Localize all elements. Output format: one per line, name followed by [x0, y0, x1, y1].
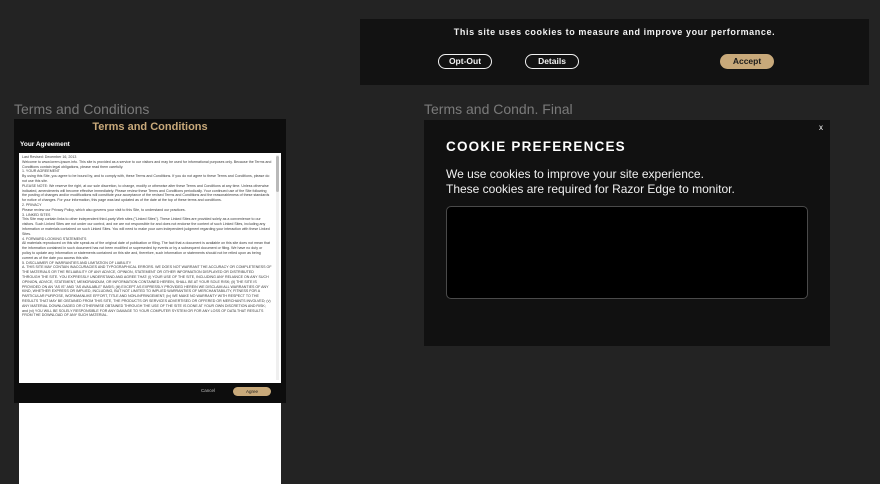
agree-button[interactable]: Agree — [233, 387, 271, 396]
terms-title: Terms and Conditions — [92, 121, 208, 133]
terms-paragraph: All materials reproduced on this site sp… — [22, 241, 271, 260]
section-title-terms-final: Terms and Condn. Final — [424, 101, 573, 117]
terms-paragraph: PLEASE NOTE: We reserve the right, at ou… — [22, 183, 270, 203]
accept-button[interactable]: Accept — [720, 54, 774, 69]
description-line: We use cookies to improve your site expe… — [446, 167, 704, 181]
close-icon[interactable]: x — [816, 123, 826, 133]
terms-footer: Cancel Agree — [14, 383, 286, 403]
cookie-preferences-panel: x COOKIE PREFERENCES We use cookies to i… — [424, 120, 830, 346]
terms-scrollbar-thumb[interactable] — [276, 156, 279, 192]
terms-paragraph: Welcome to www.lorem-ipsum.info. This si… — [22, 159, 272, 169]
terms-paragraph: By using this Site, you agree to be boun… — [22, 174, 270, 183]
cookie-preferences-title: COOKIE PREFERENCES — [446, 139, 626, 154]
description-line: These cookies are required for Razor Edg… — [446, 182, 735, 196]
details-button[interactable]: Details — [525, 54, 579, 69]
cancel-button[interactable]: Cancel — [201, 388, 215, 393]
cookie-bar-message: This site uses cookies to measure and im… — [453, 27, 776, 37]
terms-document[interactable]: Last Revised: December 16, 2013 Welcome … — [19, 153, 281, 484]
cookie-consent-bar: This site uses cookies to measure and im… — [360, 19, 869, 85]
terms-paragraph: A. THIS SITE MAY CONTAIN INACCURACIES AN… — [22, 265, 272, 318]
cookie-options-box[interactable] — [446, 206, 808, 299]
terms-panel: Terms and Conditions Your Agreement Last… — [14, 119, 286, 484]
terms-content: Last Revised: December 16, 2013 Welcome … — [22, 155, 272, 318]
section-title-terms: Terms and Conditions — [14, 101, 150, 117]
terms-subtitle: Your Agreement — [20, 141, 70, 148]
opt-out-button[interactable]: Opt-Out — [438, 54, 492, 69]
terms-paragraph: This Site may contain links to other ind… — [22, 217, 270, 236]
cookie-preferences-description: We use cookies to improve your site expe… — [446, 167, 806, 197]
